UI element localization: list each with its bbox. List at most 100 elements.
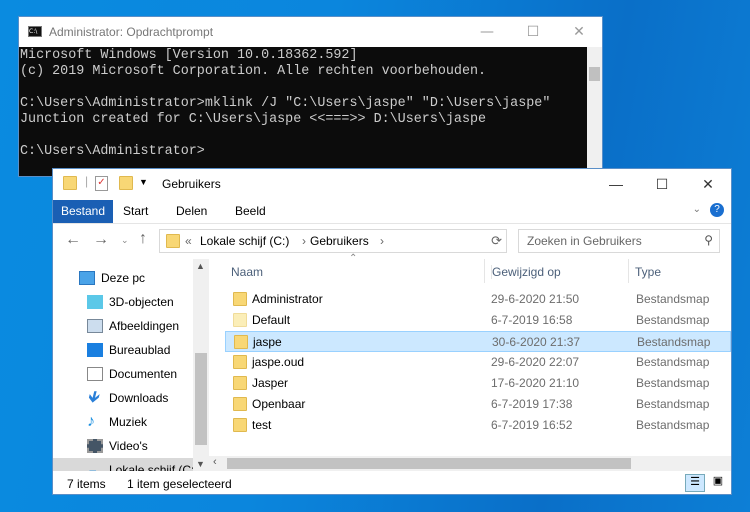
nav-item-afbeeldingen[interactable]: Afbeeldingen [87, 314, 179, 338]
back-button[interactable]: ← [65, 231, 81, 249]
tab-bestand[interactable]: Bestand [53, 200, 114, 223]
address-overflow[interactable]: « [185, 234, 192, 248]
file-date: 6-7-2019 16:52 [491, 418, 573, 432]
folder-icon [233, 376, 247, 390]
nav-label: Lokale schijf (C:) [109, 463, 199, 471]
file-type: Bestandsmap [637, 335, 711, 349]
document-icon [87, 367, 103, 381]
properties-icon[interactable]: ✓ [95, 176, 108, 191]
address-bar[interactable]: « Lokale schijf (C:) › Gebruikers › ⟳ [159, 229, 507, 253]
file-date: 29-6-2020 21:50 [491, 292, 580, 306]
cmd-titlebar[interactable]: C:\ Administrator: Opdrachtprompt — ☐ ✕ [19, 17, 602, 47]
refresh-icon[interactable]: ⟳ [491, 233, 502, 249]
column-header-type[interactable]: Type [635, 265, 661, 279]
column-header-gewijzigd[interactable]: Gewijzigd op [491, 265, 561, 279]
forward-button[interactable]: → [93, 231, 109, 249]
details-view-button[interactable]: ☰ [685, 474, 705, 492]
line [20, 80, 550, 96]
nav-item-bureaublad[interactable]: Bureaublad [87, 338, 170, 362]
help-icon[interactable]: ? [710, 203, 724, 217]
column-header-naam[interactable]: Naam [231, 265, 263, 279]
music-icon: ♪ [87, 413, 95, 430]
status-item-count: 7 items [67, 477, 106, 491]
minimize-button[interactable]: — [464, 17, 510, 47]
file-row[interactable]: Administrator 29-6-2020 21:50 Bestandsma… [225, 289, 731, 310]
file-date: 17-6-2020 21:10 [491, 376, 580, 390]
file-name: Jasper [252, 376, 289, 390]
large-icons-view-button[interactable]: ▣ [709, 474, 727, 492]
nav-label: Muziek [109, 415, 148, 429]
file-type: Bestandsmap [636, 418, 710, 432]
file-name: jaspe [253, 335, 282, 349]
download-icon: 🡻 [87, 389, 99, 406]
pictures-icon [87, 319, 103, 333]
close-button[interactable]: ✕ [685, 169, 731, 199]
line: C:\Users\Administrator>mklink /J "C:\Use… [20, 96, 551, 111]
nav-label: Deze pc [101, 271, 146, 285]
file-date: 29-6-2020 22:07 [491, 355, 580, 369]
cmd-window[interactable]: C:\ Administrator: Opdrachtprompt — ☐ ✕ … [18, 16, 603, 177]
line: Junction created for C:\Users\jaspe <<==… [20, 112, 487, 127]
file-date: 6-7-2019 17:38 [491, 397, 573, 411]
breadcrumb-gebruikers[interactable]: Gebruikers [310, 234, 369, 248]
file-name: jaspe.oud [252, 355, 305, 369]
explorer-window[interactable]: | ✓ ▼ Gebruikers — ☐ ✕ Bestand Start Del… [52, 168, 732, 495]
expand-ribbon-icon[interactable]: ⌄ [693, 204, 701, 215]
tab-beeld[interactable]: Beeld [227, 200, 274, 223]
navigation-pane[interactable]: Deze pc 3D-objecten Afbeeldingen Bureaub… [53, 259, 209, 471]
new-folder-icon[interactable] [119, 176, 133, 190]
cmd-scrollbar[interactable] [587, 47, 602, 176]
search-input[interactable]: Zoeken in Gebruikers ⚲ [518, 229, 720, 253]
tab-delen[interactable]: Delen [168, 200, 215, 223]
line: C:\Users\Administrator> [20, 144, 205, 159]
search-icon[interactable]: ⚲ [704, 233, 713, 247]
minimize-button[interactable]: — [593, 169, 639, 199]
nav-item-lokale-schijf[interactable]: ⊞ Lokale schijf (C:) [53, 458, 209, 471]
desktop-icon [87, 343, 103, 357]
up-button[interactable]: ↑ [139, 230, 147, 248]
video-icon [87, 439, 103, 453]
maximize-button[interactable]: ☐ [510, 17, 556, 47]
nav-item-downloads[interactable]: 🡻 Downloads [87, 386, 168, 410]
customize-toolbar-icon[interactable]: ▼ [139, 177, 148, 187]
file-row[interactable]: Jasper 17-6-2020 21:10 Bestandsmap [225, 373, 731, 394]
nav-label: Video's [109, 439, 148, 453]
folder-icon [63, 176, 77, 190]
file-row[interactable]: jaspe 30-6-2020 21:37 Bestandsmap [225, 331, 731, 352]
file-name: Administrator [252, 292, 323, 306]
tab-start[interactable]: Start [115, 200, 156, 223]
file-row[interactable]: test 6-7-2019 16:52 Bestandsmap [225, 415, 731, 436]
close-button[interactable]: ✕ [556, 17, 602, 47]
explorer-title: Gebruikers [162, 177, 221, 191]
chevron-right-icon[interactable]: › [302, 234, 306, 248]
nav-item-muziek[interactable]: ♪ Muziek [87, 410, 147, 434]
folder-icon [166, 234, 180, 248]
file-type: Bestandsmap [636, 397, 710, 411]
nav-scrollbar[interactable]: ▲ ▼ [193, 259, 209, 471]
line: Microsoft Windows [Version 10.0.18362.59… [20, 48, 358, 63]
chevron-right-icon[interactable]: › [380, 234, 384, 248]
nav-label: Bureaublad [109, 343, 171, 357]
nav-item-videos[interactable]: Video's [87, 434, 148, 458]
maximize-button[interactable]: ☐ [639, 169, 685, 199]
cmd-output[interactable]: Microsoft Windows [Version 10.0.18362.59… [20, 48, 550, 160]
folder-icon [233, 355, 247, 369]
line [20, 128, 550, 144]
explorer-titlebar[interactable]: | ✓ ▼ Gebruikers — ☐ ✕ [53, 169, 731, 200]
file-type: Bestandsmap [636, 355, 710, 369]
nav-item-3d-objecten[interactable]: 3D-objecten [87, 290, 174, 314]
recent-locations-icon[interactable]: ⌄ [121, 235, 129, 246]
file-row[interactable]: jaspe.oud 29-6-2020 22:07 Bestandsmap [225, 352, 731, 373]
breadcrumb-lokale-schijf[interactable]: Lokale schijf (C:) [200, 234, 289, 248]
file-name: test [252, 418, 272, 432]
file-row[interactable]: Default 6-7-2019 16:58 Bestandsmap [225, 310, 731, 331]
cmd-title: Administrator: Opdrachtprompt [49, 25, 214, 39]
horizontal-scrollbar[interactable]: ‹ [209, 456, 731, 471]
nav-item-deze-pc[interactable]: Deze pc [79, 266, 145, 290]
nav-label: Downloads [109, 391, 169, 405]
folder-icon [233, 292, 247, 306]
cmd-icon: C:\ [28, 26, 42, 37]
nav-item-documenten[interactable]: Documenten [87, 362, 177, 386]
file-row[interactable]: Openbaar 6-7-2019 17:38 Bestandsmap [225, 394, 731, 415]
file-name: Default [252, 313, 291, 327]
